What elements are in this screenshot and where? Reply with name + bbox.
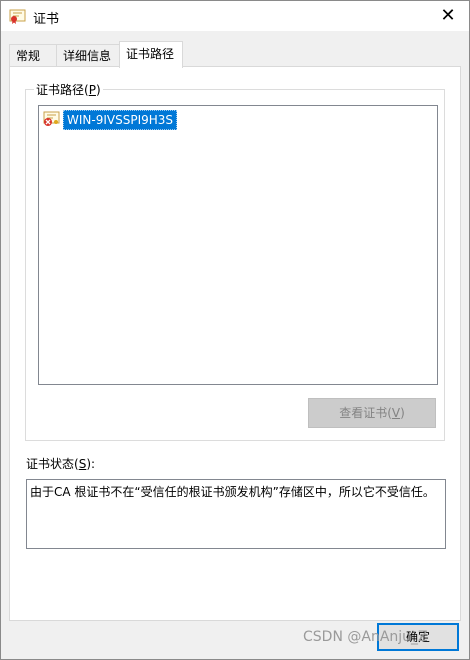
certificate-status-text[interactable]: 由于CA 根证书不在“受信任的根证书颁发机构”存储区中，所以它不受信任。 [26, 479, 446, 549]
close-button[interactable]: ✕ [437, 5, 459, 27]
certification-path-tree[interactable]: WIN-9IVSSPI9H3S [38, 105, 438, 385]
window-title: 证书 [33, 12, 60, 27]
certification-path-label: 证书路径(P) [34, 81, 103, 98]
certification-path-group: 证书路径(P) WIN-9IVSSPI9H3S 查看证书(V) [25, 81, 445, 441]
tab-certification-path[interactable]: 证书路径 [119, 41, 183, 68]
watermark: CSDN @AnAnju_Z [303, 629, 428, 645]
dialog-body: 常规 详细信息 证书路径 证书路径(P) WIN-9IVSSPI9H3S 查看证… [1, 31, 469, 659]
certificate-status-label: 证书状态(S): [26, 457, 96, 471]
certificate-window: 证书 ✕ 常规 详细信息 证书路径 证书路径(P) WIN-9IVSSPI9H3… [0, 0, 470, 660]
tab-details[interactable]: 详细信息 [56, 44, 120, 67]
tree-item-label[interactable]: WIN-9IVSSPI9H3S [63, 110, 178, 130]
view-certificate-button[interactable]: 查看证书(V) [308, 398, 436, 428]
title-bar: 证书 ✕ [1, 1, 469, 31]
certificate-icon [9, 9, 26, 24]
tab-general[interactable]: 常规 [9, 44, 57, 67]
certification-path-panel: 证书路径(P) WIN-9IVSSPI9H3S 查看证书(V) 证书状态(S):… [9, 66, 461, 621]
certificate-error-icon [43, 111, 60, 126]
